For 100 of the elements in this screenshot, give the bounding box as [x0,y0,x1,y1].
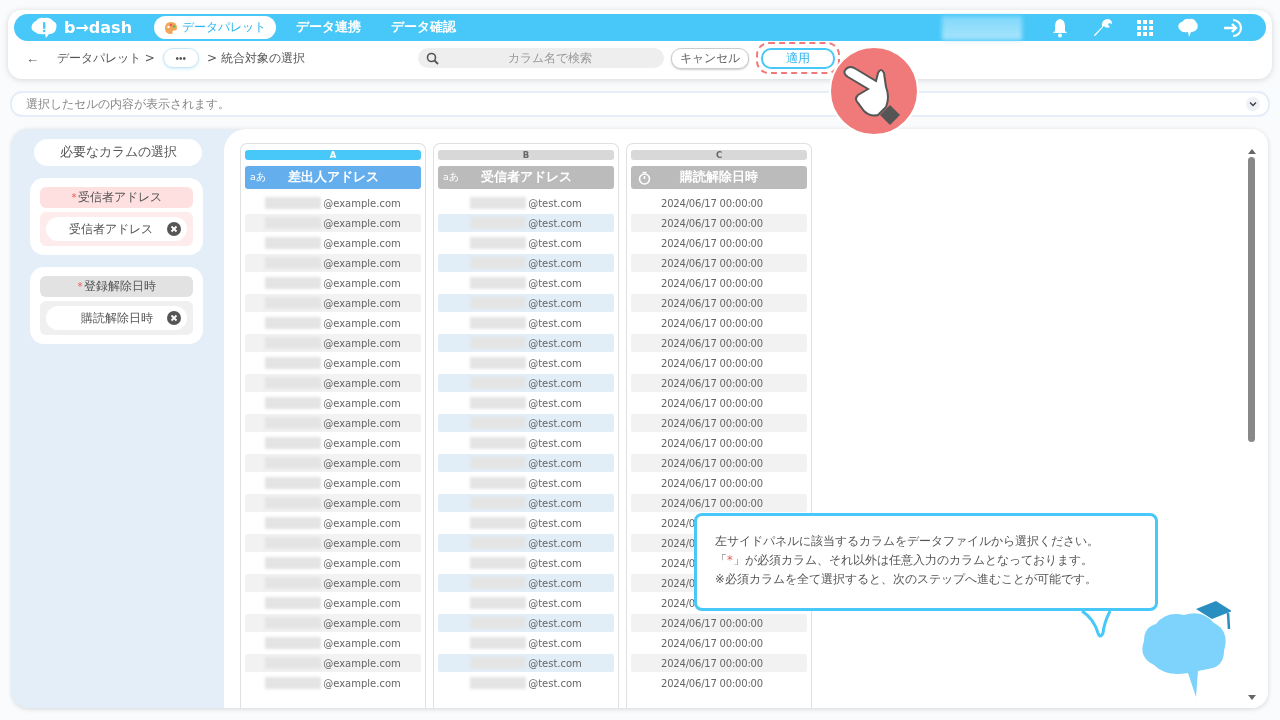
chip-label: 購読解除日時 [81,309,153,327]
redacted-block [265,477,322,489]
table-cell: 2024/06/17 00:00:00 [661,437,763,449]
sidebar-title: 必要なカラムの選択 [34,139,202,166]
redacted-block [265,557,322,569]
column-title: 差出人アドレス [287,169,379,186]
redacted-block [265,317,322,329]
column-letter[interactable]: C [631,150,807,160]
redacted-block [470,237,527,249]
table-cell: 2024/06/17 00:00:00 [661,617,763,629]
nav-tab[interactable]: データパレット [154,16,277,39]
table-cell: 2024/06/17 00:00:00 [661,297,763,309]
redacted-block [265,677,322,689]
redacted-block [265,197,322,209]
table-cell: 2024/06/17 00:00:00 [661,657,763,669]
column-chip[interactable]: 受信者アドレス [46,217,187,241]
redacted-block [470,357,527,369]
table-cell: 2024/06/17 00:00:00 [661,217,763,229]
search-field[interactable]: カラム名で検索 [417,48,664,68]
table-cell: @example.com [323,597,401,609]
search-icon [425,51,439,65]
cell-preview-field[interactable]: 選択したセルの内容が表示されます。 [10,91,1270,117]
table-cell: 2024/06/17 00:00:00 [661,477,763,489]
column-letter[interactable]: B [438,150,614,160]
table-cell: 2024/06/17 00:00:00 [661,457,763,469]
table-cell: @example.com [323,677,401,689]
column-title: 購読解除日時 [680,169,758,186]
remove-icon[interactable] [167,222,181,236]
table-cell: 2024/06/17 00:00:00 [661,237,763,249]
redacted-block [265,237,322,249]
table-cell: @test.com [528,377,582,389]
palette-icon [164,20,179,35]
logo-text: b→dash [64,18,133,37]
table-cell: @example.com [323,497,401,509]
column-chip[interactable]: 購読解除日時 [46,306,187,330]
table-cell: @test.com [528,277,582,289]
chip-label: 受信者アドレス [69,220,153,238]
table-cell: @test.com [528,477,582,489]
table-cell: @example.com [323,537,401,549]
table-cell: 2024/06/17 00:00:00 [661,257,763,269]
type-label: aあ [250,171,266,184]
apply-button[interactable]: 適用 [760,48,835,69]
table-cell: 2024/06/17 00:00:00 [661,417,763,429]
redacted-block [265,517,322,529]
back-button[interactable]: ← [26,50,39,66]
redacted-block [265,397,322,409]
table-cell: 2024/06/17 00:00:00 [661,337,763,349]
bell-icon[interactable] [1051,17,1069,38]
table-cell: @test.com [528,557,582,569]
table-cell: @test.com [528,417,582,429]
table-cell: @example.com [323,397,401,409]
wrench-icon[interactable] [1093,17,1113,38]
table-cell: @test.com [528,317,582,329]
table-cell: @example.com [323,237,401,249]
grid-icon[interactable] [1137,19,1153,36]
table-cell: @test.com [528,597,582,609]
table-cell: @test.com [528,397,582,409]
table-cell: @example.com [323,377,401,389]
redacted-block [470,597,527,609]
table-cell: 2024/06/17 00:00:00 [661,277,763,289]
table-cell: @example.com [323,357,401,369]
redacted-block [265,437,322,449]
table-cell: @example.com [323,517,401,529]
cancel-button[interactable]: キャンセル [670,48,749,69]
table-cell: @test.com [528,437,582,449]
scrollbar[interactable] [1247,149,1256,700]
chevron-down-icon[interactable] [1246,97,1260,111]
table-cell: 2024/06/17 00:00:00 [661,197,763,209]
breadcrumb-link[interactable]: データパレット > [57,49,155,67]
redacted-block [470,637,527,649]
table-cell: @example.com [323,437,401,449]
type-label: aあ [443,171,459,184]
logout-icon[interactable] [1223,17,1245,38]
table-cell: @example.com [323,557,401,569]
table-cell: @example.com [323,637,401,649]
preview-input[interactable]: 選択したセルの内容が表示されます。 [24,96,1246,112]
table-cell: @example.com [323,577,401,589]
table-cell: @example.com [323,217,401,229]
table-cell: 2024/06/17 00:00:00 [661,677,763,689]
table-cell: @example.com [323,317,401,329]
column-title: 受信者アドレス [480,169,572,186]
table-cell: @example.com [323,197,401,209]
breadcrumb-current: > 統合対象の選択 [206,49,305,67]
search-input[interactable]: カラム名で検索 [444,50,656,66]
table-cell: @test.com [528,197,582,209]
redacted-block [470,397,527,409]
table-cell: @example.com [323,617,401,629]
column-header[interactable]: aあ 差出人アドレス [245,166,421,189]
breadcrumb-more-button[interactable]: ••• [162,48,199,68]
cloud-icon[interactable] [1177,17,1199,38]
table-cell: @example.com [323,417,401,429]
table-cell: 2024/0 [661,537,695,549]
table-cell: @test.com [528,337,582,349]
table-cell: @test.com [528,657,582,669]
remove-icon[interactable] [167,311,181,325]
table-cell: @example.com [323,277,401,289]
table-cell: 2024/0 [661,577,695,589]
redacted-block [470,557,527,569]
table-cell: 2024/06/17 00:00:00 [661,377,763,389]
table-cell: @example.com [323,457,401,469]
